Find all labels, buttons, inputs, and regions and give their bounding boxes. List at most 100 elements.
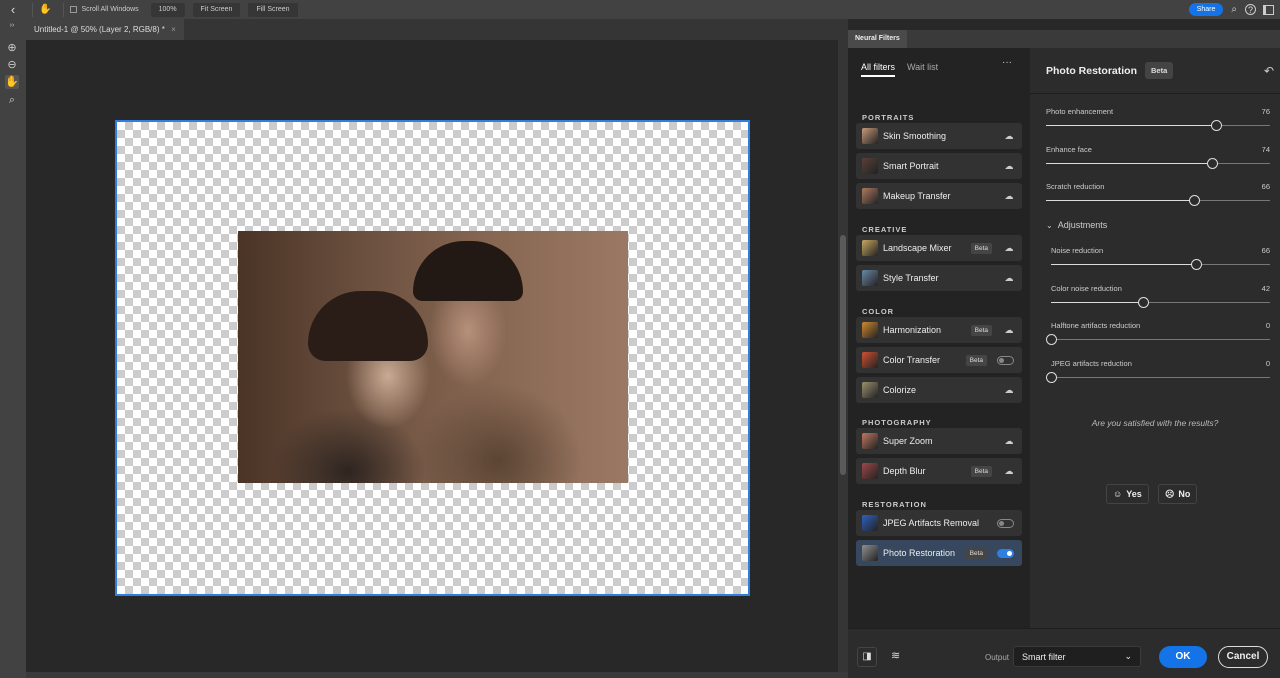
before-after-icon[interactable]: ◨: [857, 647, 877, 667]
filter-item[interactable]: Style Transfer ☁: [856, 265, 1022, 291]
slider-track[interactable]: [1046, 157, 1270, 169]
slider-track[interactable]: [1046, 371, 1270, 383]
cloud-download-icon[interactable]: ☁: [1002, 191, 1016, 202]
filter-item[interactable]: Smart Portrait ☁: [856, 153, 1022, 179]
slider-fill: [1051, 301, 1143, 303]
adjustments-toggle[interactable]: ⌄ Adjustments: [1046, 220, 1107, 230]
filter-item[interactable]: Colorize ☁: [856, 377, 1022, 403]
zoom-in-icon[interactable]: ⊕: [5, 41, 19, 55]
layers-icon[interactable]: ≋: [891, 649, 900, 662]
slider-knob[interactable]: [1137, 296, 1149, 308]
slider-fill: [1046, 200, 1194, 201]
cloud-download-icon[interactable]: ☁: [1002, 131, 1016, 142]
cloud-download-icon[interactable]: ☁: [1002, 466, 1016, 477]
cloud-download-icon[interactable]: ☁: [1002, 243, 1016, 254]
output-select[interactable]: Smart filter ⌄: [1013, 646, 1141, 667]
filter-name: Colorize: [883, 385, 917, 395]
vertical-scrollbar[interactable]: [838, 40, 848, 672]
zoom-out-icon[interactable]: ⊖: [5, 58, 19, 72]
scrollbar-thumb[interactable]: [840, 235, 846, 475]
filter-name: Color Transfer: [883, 355, 941, 365]
slider-value: 74: [1261, 144, 1270, 154]
filter-name: Makeup Transfer: [883, 191, 951, 201]
document-tab-title: Untitled-1 @ 50% (Layer 2, RGB/8) *: [34, 25, 165, 34]
panel-tab[interactable]: Neural Filters: [848, 30, 907, 48]
filter-thumbnail: [862, 352, 878, 368]
filter-item[interactable]: Photo Restoration Beta: [856, 540, 1022, 566]
slider-knob[interactable]: [1046, 334, 1057, 345]
slider-track[interactable]: [1046, 334, 1270, 345]
filter-item[interactable]: Harmonization Beta ☁: [856, 317, 1022, 343]
neural-filters-panel: Neural Filters All filters Wait list ···…: [848, 30, 1280, 678]
filter-thumbnail: [862, 463, 878, 479]
cloud-download-icon[interactable]: ☁: [1002, 325, 1016, 336]
cloud-download-icon[interactable]: ☁: [1002, 273, 1016, 284]
filter-item[interactable]: Super Zoom ☁: [856, 428, 1022, 454]
filter-item[interactable]: Color Transfer Beta: [856, 347, 1022, 373]
filter-name: Landscape Mixer: [883, 243, 952, 253]
slider-knob[interactable]: [1190, 259, 1202, 270]
slider-fill: [1051, 264, 1196, 265]
filter-item[interactable]: Depth Blur Beta ☁: [856, 458, 1022, 484]
slider-knob[interactable]: [1046, 371, 1057, 383]
fill-screen-button[interactable]: Fill Screen: [248, 2, 298, 17]
scroll-all-windows-checkbox[interactable]: [70, 6, 78, 13]
slider-label: Noise reduction: [1051, 246, 1104, 255]
section-header: RESTORATION: [862, 500, 927, 509]
filter-toggle[interactable]: [997, 548, 1014, 558]
yes-label: Yes: [1126, 489, 1142, 499]
reset-icon[interactable]: ↶: [1264, 64, 1274, 78]
slider-value: 66: [1261, 246, 1270, 255]
cloud-download-icon[interactable]: ☁: [1002, 436, 1016, 447]
frown-icon: ☹: [1165, 488, 1175, 499]
filter-item[interactable]: Skin Smoothing ☁: [856, 123, 1022, 149]
filter-item[interactable]: JPEG Artifacts Removal: [856, 510, 1022, 536]
filter-name: Harmonization: [883, 325, 942, 335]
slider-track[interactable]: [1051, 296, 1270, 308]
cancel-button[interactable]: Cancel: [1218, 646, 1268, 668]
tab-wait-list[interactable]: Wait list: [907, 62, 938, 72]
slider-knob[interactable]: [1188, 195, 1200, 206]
no-button[interactable]: ☹ No: [1158, 484, 1198, 504]
zoom-tool-icon[interactable]: ⌕: [5, 93, 19, 107]
share-button[interactable]: Share: [1188, 3, 1224, 16]
help-icon[interactable]: ?: [1245, 4, 1256, 15]
filter-item[interactable]: Makeup Transfer ☁: [856, 183, 1022, 209]
workspace-icon[interactable]: [1263, 4, 1274, 15]
cloud-download-icon[interactable]: ☁: [1002, 385, 1016, 396]
more-options-icon[interactable]: ···: [1002, 57, 1012, 68]
filter-thumbnail: [862, 240, 878, 256]
filter-toggle[interactable]: [997, 518, 1014, 528]
search-icon[interactable]: ⌕: [1231, 4, 1237, 15]
slider-track[interactable]: [1051, 259, 1270, 270]
slider-track[interactable]: [1046, 120, 1270, 131]
slider-label: Enhance face: [1046, 144, 1092, 154]
tab-all-filters[interactable]: All filters: [861, 62, 896, 77]
close-tab-icon[interactable]: ×: [171, 25, 176, 34]
slider-knob[interactable]: [1211, 120, 1223, 131]
filter-toggle[interactable]: [997, 355, 1014, 365]
slider-track[interactable]: [1046, 195, 1270, 206]
yes-button[interactable]: ☺ Yes: [1106, 484, 1149, 504]
document-canvas[interactable]: [115, 120, 750, 596]
beta-badge: Beta: [970, 242, 992, 254]
filter-name: Style Transfer: [883, 273, 939, 283]
filter-item[interactable]: Landscape Mixer Beta ☁: [856, 235, 1022, 261]
section-header: CREATIVE: [862, 225, 908, 234]
fit-screen-button[interactable]: Fit Screen: [192, 2, 241, 17]
hand-tool-icon[interactable]: ✋: [5, 75, 19, 89]
slider-value: 0: [1265, 321, 1270, 330]
hand-tool-icon[interactable]: ✋: [39, 4, 51, 15]
document-tab[interactable]: Untitled-1 @ 50% (Layer 2, RGB/8) * ×: [26, 19, 184, 40]
ok-button[interactable]: OK: [1159, 646, 1207, 668]
filter-name: Smart Portrait: [883, 161, 939, 171]
divider: [63, 2, 65, 17]
slider-label: Photo enhancement: [1046, 107, 1114, 116]
filter-thumbnail: [862, 270, 878, 286]
zoom-100-button[interactable]: 100%: [150, 2, 185, 17]
slider-knob[interactable]: [1206, 157, 1218, 169]
expand-icon[interactable]: ››: [5, 19, 19, 33]
back-icon[interactable]: ‹: [0, 2, 26, 17]
cloud-download-icon[interactable]: ☁: [1002, 161, 1016, 172]
document-tab-bar: Untitled-1 @ 50% (Layer 2, RGB/8) * ×: [26, 19, 848, 40]
